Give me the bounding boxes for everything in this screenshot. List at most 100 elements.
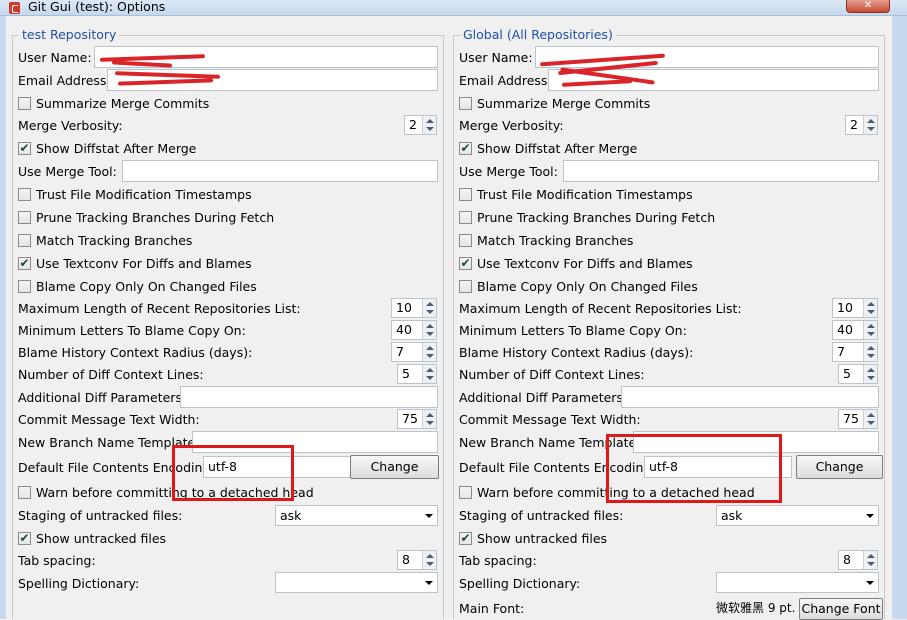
merge-tool-field[interactable] — [122, 160, 438, 182]
spin-arrows-icon[interactable] — [863, 343, 877, 361]
staging-label: Staging of untracked files: — [18, 508, 183, 523]
merge-tool-label: Use Merge Tool: — [459, 164, 558, 179]
email-label: Email Address: — [459, 73, 552, 88]
spin-arrows-icon[interactable] — [863, 551, 877, 569]
show-diffstat-label: Show Diffstat After Merge — [36, 141, 197, 156]
warn-detached-checkbox[interactable] — [459, 486, 472, 499]
tab-spacing-spinbox[interactable]: 8 — [838, 550, 878, 570]
spin-arrows-icon[interactable] — [422, 299, 436, 317]
textconv-checkbox[interactable]: ✔ — [18, 257, 31, 270]
commit-width-label: Commit Message Text Width: — [18, 412, 200, 427]
match-branches-label: Match Tracking Branches — [36, 233, 193, 248]
highlight-box — [172, 445, 294, 501]
diff-params-field[interactable] — [180, 386, 438, 408]
user-name-label: User Name: — [459, 50, 533, 65]
global-section-title: Global (All Repositories) — [460, 27, 616, 43]
encoding-change-button[interactable]: Change — [350, 455, 439, 479]
highlight-box — [606, 434, 782, 503]
spelling-label: Spelling Dictionary: — [459, 576, 581, 591]
diff-lines-spinbox[interactable]: 5 — [838, 364, 878, 384]
staging-dropdown[interactable]: ask — [716, 505, 879, 526]
blame-radius-spinbox[interactable]: 7 — [391, 342, 437, 362]
prune-branches-checkbox[interactable] — [18, 211, 31, 224]
blame-radius-spinbox[interactable]: 7 — [832, 342, 878, 362]
spin-arrows-icon[interactable] — [422, 551, 436, 569]
merge-verbosity-label: Merge Verbosity: — [459, 118, 564, 133]
show-untracked-label: Show untracked files — [477, 531, 608, 546]
merge-tool-field[interactable] — [563, 160, 879, 182]
show-untracked-checkbox[interactable]: ✔ — [459, 532, 472, 545]
blame-copy-checkbox[interactable] — [18, 280, 31, 293]
min-letters-spinbox[interactable]: 40 — [832, 320, 878, 340]
summarize-merge-checkbox[interactable] — [18, 97, 31, 110]
show-untracked-label: Show untracked files — [36, 531, 167, 546]
close-button[interactable]: ✕ — [846, 0, 890, 13]
tab-spacing-spinbox[interactable]: 8 — [397, 550, 437, 570]
main-font-label: Main Font: — [459, 601, 525, 616]
git-gui-icon — [9, 2, 20, 14]
global-user-name-field[interactable] — [535, 46, 879, 68]
max-recent-spinbox[interactable]: 10 — [391, 298, 437, 318]
warn-detached-checkbox[interactable] — [18, 486, 31, 499]
show-diffstat-checkbox[interactable]: ✔ — [18, 142, 31, 155]
window-frame-left — [0, 16, 6, 619]
change-font-button[interactable]: Change Font — [799, 598, 883, 620]
blame-copy-checkbox[interactable] — [459, 280, 472, 293]
spin-arrows-icon[interactable] — [863, 321, 877, 339]
prune-branches-label: Prune Tracking Branches During Fetch — [36, 210, 275, 225]
prune-branches-checkbox[interactable] — [459, 211, 472, 224]
spelling-label: Spelling Dictionary: — [18, 576, 140, 591]
staging-dropdown[interactable]: ask — [275, 505, 438, 526]
repository-section-title: test Repository — [19, 27, 120, 43]
match-branches-checkbox[interactable] — [459, 234, 472, 247]
max-recent-label: Maximum Length of Recent Repositories Li… — [18, 301, 301, 316]
spin-arrows-icon[interactable] — [863, 299, 877, 317]
spin-arrows-icon[interactable] — [422, 116, 436, 134]
title-bar: Git Gui (test): Options ✕ — [0, 0, 907, 16]
textconv-checkbox[interactable]: ✔ — [459, 257, 472, 270]
email-label: Email Address: — [18, 73, 111, 88]
textconv-label: Use Textconv For Diffs and Blames — [477, 256, 693, 271]
match-branches-checkbox[interactable] — [18, 234, 31, 247]
spin-arrows-icon[interactable] — [422, 343, 436, 361]
encoding-change-button[interactable]: Change — [796, 455, 883, 479]
commit-width-spinbox[interactable]: 75 — [397, 409, 437, 429]
spelling-dropdown[interactable] — [275, 572, 438, 593]
summarize-merge-label: Summarize Merge Commits — [36, 96, 210, 111]
dropdown-arrow-icon — [866, 581, 874, 585]
commit-width-spinbox[interactable]: 75 — [838, 409, 878, 429]
blame-copy-label: Blame Copy Only On Changed Files — [36, 279, 257, 294]
merge-verbosity-label: Merge Verbosity: — [18, 118, 123, 133]
show-diffstat-label: Show Diffstat After Merge — [477, 141, 638, 156]
user-name-label: User Name: — [18, 50, 92, 65]
show-diffstat-checkbox[interactable]: ✔ — [459, 142, 472, 155]
min-letters-label: Minimum Letters To Blame Copy On: — [18, 323, 246, 338]
spin-arrows-icon[interactable] — [863, 410, 877, 428]
max-recent-label: Maximum Length of Recent Repositories Li… — [459, 301, 742, 316]
window-frame-right — [892, 16, 907, 619]
spin-arrows-icon[interactable] — [863, 365, 877, 383]
spin-arrows-icon[interactable] — [422, 321, 436, 339]
merge-tool-label: Use Merge Tool: — [18, 164, 117, 179]
commit-width-label: Commit Message Text Width: — [459, 412, 641, 427]
trust-timestamps-checkbox[interactable] — [459, 188, 472, 201]
merge-verbosity-spinbox[interactable]: 2 — [404, 115, 437, 135]
blame-radius-label: Blame History Context Radius (days): — [18, 345, 253, 360]
diff-lines-spinbox[interactable]: 5 — [397, 364, 437, 384]
spin-arrows-icon[interactable] — [422, 365, 436, 383]
max-recent-spinbox[interactable]: 10 — [832, 298, 878, 318]
trust-timestamps-label: Trust File Modification Timestamps — [477, 187, 693, 202]
show-untracked-checkbox[interactable]: ✔ — [18, 532, 31, 545]
diff-params-field[interactable] — [621, 386, 879, 408]
window-title: Git Gui (test): Options — [28, 0, 166, 14]
merge-verbosity-spinbox[interactable]: 2 — [845, 115, 878, 135]
spin-arrows-icon[interactable] — [863, 116, 877, 134]
spelling-dropdown[interactable] — [716, 572, 879, 593]
spin-arrows-icon[interactable] — [422, 410, 436, 428]
summarize-merge-checkbox[interactable] — [459, 97, 472, 110]
min-letters-label: Minimum Letters To Blame Copy On: — [459, 323, 687, 338]
min-letters-spinbox[interactable]: 40 — [391, 320, 437, 340]
prune-branches-label: Prune Tracking Branches During Fetch — [477, 210, 716, 225]
trust-timestamps-checkbox[interactable] — [18, 188, 31, 201]
diff-params-label: Additional Diff Parameters: — [18, 390, 187, 405]
